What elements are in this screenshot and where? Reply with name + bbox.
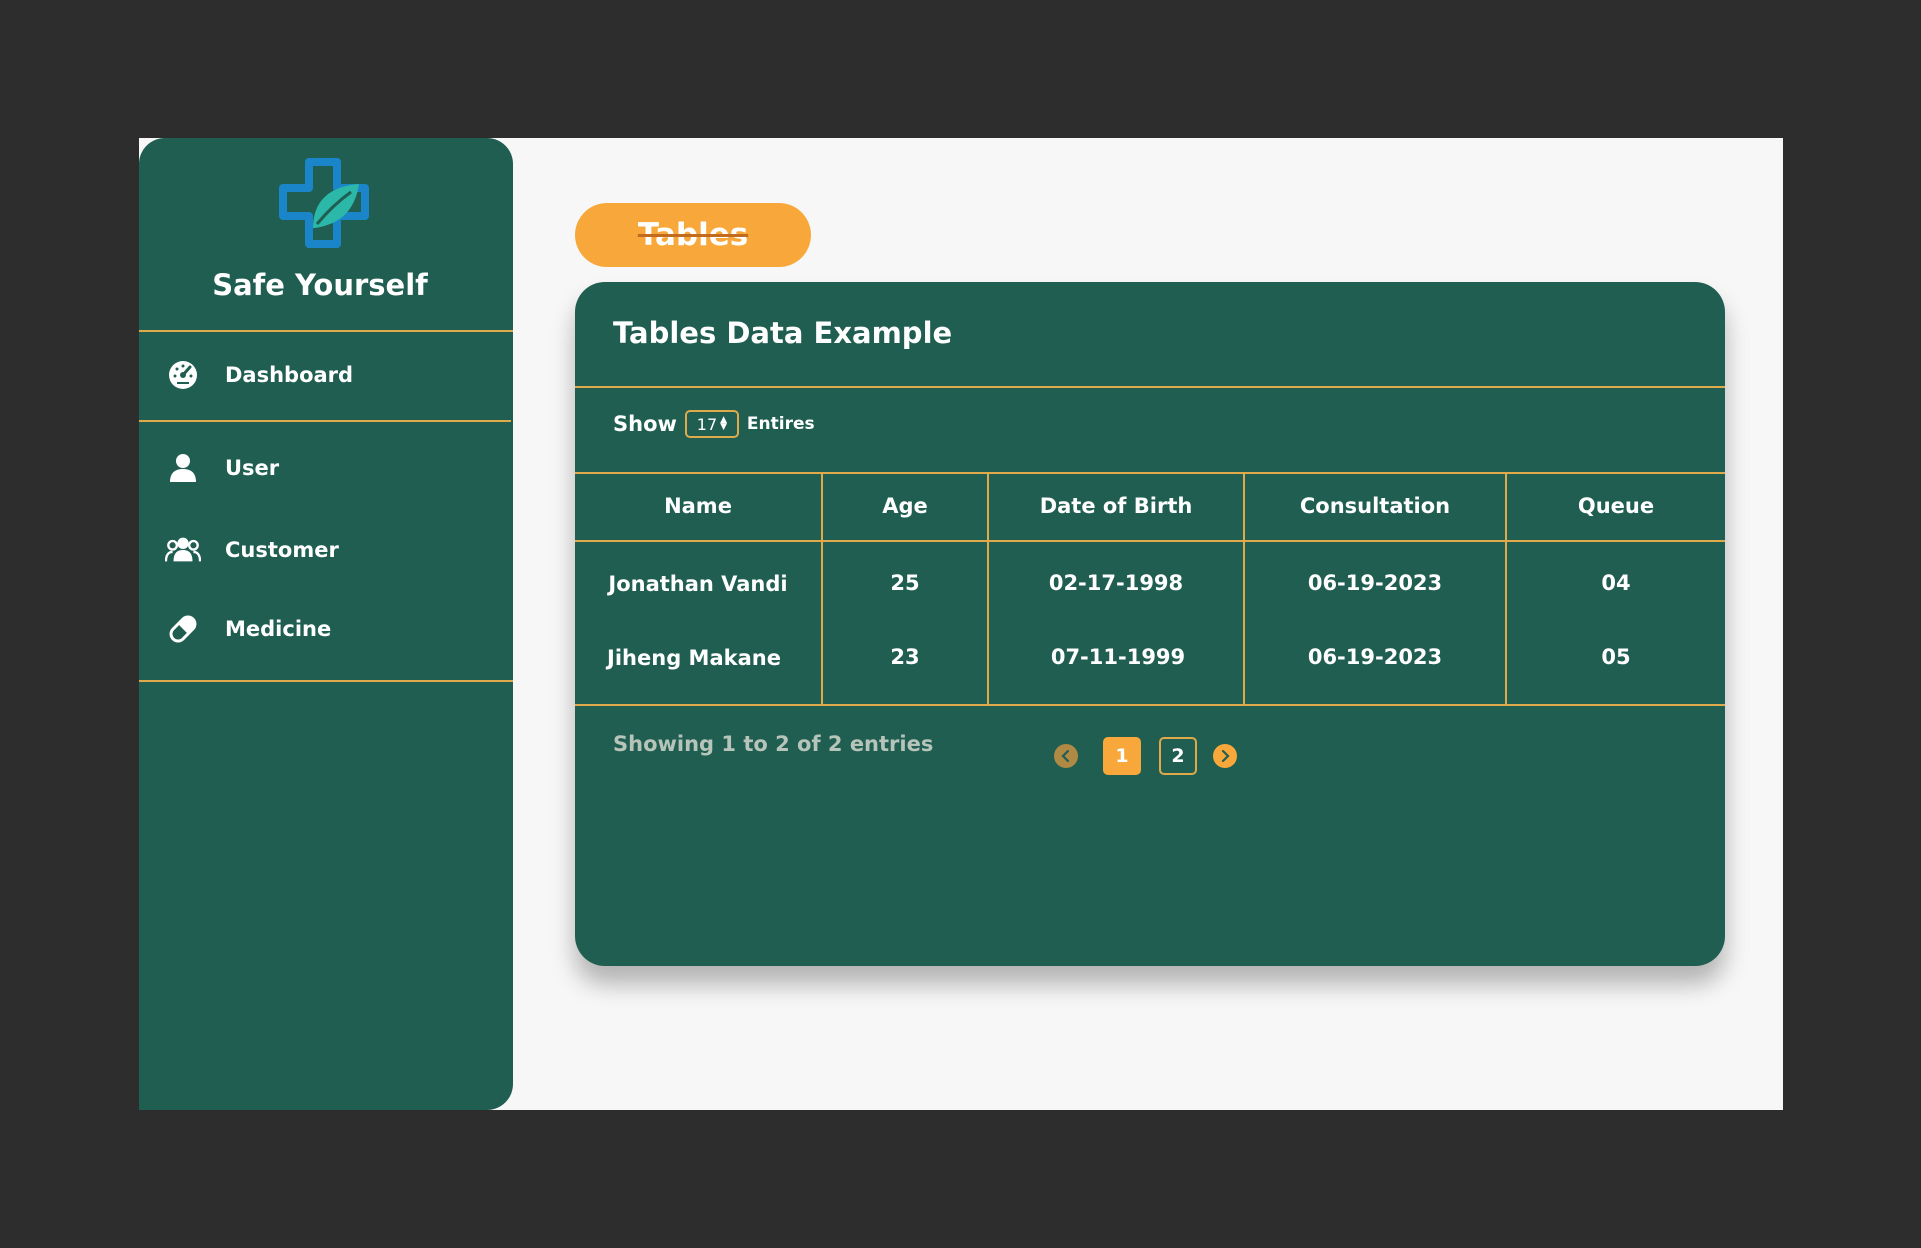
table-cell: 02-17-1998 <box>1048 571 1184 595</box>
brand-name: Safe Yourself <box>212 268 428 302</box>
next-page-button[interactable] <box>1213 744 1237 768</box>
sidebar-divider <box>139 680 513 682</box>
entries-select[interactable]: 17 ▲ ▼ <box>684 410 739 438</box>
sidebar-item-label: Customer <box>225 538 339 562</box>
users-group-icon <box>165 532 201 568</box>
table-bottom-border <box>575 704 1725 706</box>
table-cell: Jonathan Vandi <box>608 572 788 596</box>
column-header-age[interactable]: Age <box>823 494 987 518</box>
sidebar-divider <box>139 420 511 422</box>
table-cell: 05 <box>1601 645 1631 669</box>
entries-summary: Showing 1 to 2 of 2 entries <box>613 732 934 756</box>
sidebar-item-user[interactable]: User <box>165 448 279 488</box>
column-header-dob[interactable]: Date of Birth <box>989 494 1243 518</box>
table-cell: 25 <box>890 571 920 595</box>
chevron-left-icon <box>1061 749 1070 763</box>
column-header-name[interactable]: Name <box>575 494 821 518</box>
medical-cross-leaf-icon <box>279 158 371 250</box>
app-window: Safe Yourself Dashboard User Customer Me… <box>139 138 1783 1110</box>
entries-label: Entires <box>746 414 815 434</box>
column-header-queue[interactable]: Queue <box>1507 494 1725 518</box>
table-card: Tables Data Example Show 17 ▲ ▼ Entires N… <box>575 282 1725 966</box>
sidebar-item-medicine[interactable]: Medicine <box>165 609 331 649</box>
table-cell: 23 <box>890 645 920 669</box>
speedometer-icon <box>165 357 201 393</box>
sidebar-item-customer[interactable]: Customer <box>165 530 339 570</box>
page-button-1[interactable]: 1 <box>1103 737 1141 775</box>
sidebar-item-label: Medicine <box>225 617 332 641</box>
sidebar-item-dashboard[interactable]: Dashboard <box>165 355 353 395</box>
table-header-border <box>575 540 1725 542</box>
column-header-consultation[interactable]: Consultation <box>1245 494 1505 518</box>
entries-value: 17 <box>696 414 718 434</box>
sidebar-divider <box>139 330 513 332</box>
chevron-right-icon <box>1221 749 1230 763</box>
screen-background: Safe Yourself Dashboard User Customer Me… <box>0 0 1921 1248</box>
page-button-2[interactable]: 2 <box>1159 737 1197 775</box>
tab-tables[interactable]: Tables <box>575 203 811 267</box>
card-divider <box>575 386 1725 388</box>
table-top-border <box>575 472 1725 474</box>
stepper-arrows-icon: ▲ ▼ <box>720 415 728 432</box>
pill-icon <box>165 611 201 647</box>
table-cell: 07-11-1999 <box>1050 645 1186 669</box>
show-label: Show <box>613 412 677 436</box>
sidebar-item-label: Dashboard <box>225 363 354 387</box>
table-cell: 04 <box>1601 571 1631 595</box>
user-icon <box>165 450 201 486</box>
table-cell: Jiheng Makane <box>607 646 781 670</box>
table-cell: 06-19-2023 <box>1307 645 1443 669</box>
sidebar: Safe Yourself Dashboard User Customer Me… <box>139 138 513 1110</box>
entries-control: Show 17 ▲ ▼ Entires <box>613 410 815 438</box>
previous-page-button[interactable] <box>1054 744 1078 768</box>
table-cell: 06-19-2023 <box>1307 571 1443 595</box>
card-title: Tables Data Example <box>613 316 953 350</box>
sidebar-item-label: User <box>225 456 280 480</box>
